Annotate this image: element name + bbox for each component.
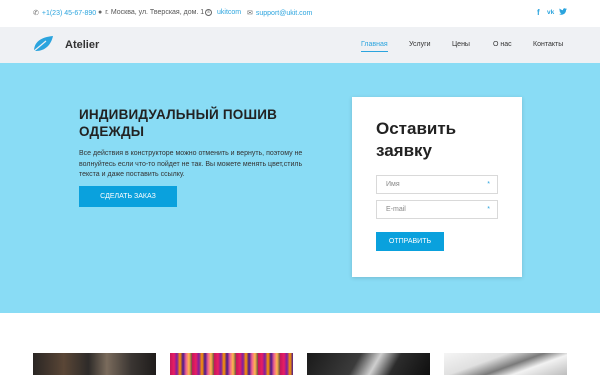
phone-link[interactable]: +1(23) 45-67-890: [42, 10, 96, 17]
skype-link[interactable]: ukitcom: [217, 9, 241, 16]
skype-contact[interactable]: s ukitcom: [205, 9, 241, 16]
submit-button[interactable]: ОТПРАВИТЬ: [376, 232, 444, 251]
gallery-image-2[interactable]: [170, 353, 293, 375]
nav-contacts[interactable]: Контакты: [533, 41, 563, 48]
gallery-image-4[interactable]: [444, 353, 567, 375]
form-title: Оставить заявку: [376, 119, 457, 160]
email-placeholder: E-mail: [386, 206, 406, 213]
nav-home[interactable]: Главная: [361, 41, 388, 52]
gallery-image-3[interactable]: [307, 353, 430, 375]
email-contact[interactable]: ✉ support@ukit.com: [247, 9, 313, 18]
required-mark: *: [487, 181, 490, 188]
location-pin-icon: ●: [98, 9, 103, 16]
twitter-icon[interactable]: [559, 8, 567, 17]
hero-description: Все действия в конструкторе можно отмени…: [79, 150, 303, 178]
vk-icon[interactable]: vk: [547, 9, 554, 16]
phone-icon: ✆: [33, 10, 39, 17]
site-header: Atelier Главная Услуги Цены О нас Контак…: [0, 27, 600, 63]
order-button[interactable]: СДЕЛАТЬ ЗАКАЗ: [79, 186, 177, 207]
address-text: г. Москва, ул. Тверская, дом. 1: [105, 9, 205, 16]
nav-prices[interactable]: Цены: [452, 41, 470, 48]
mail-icon: ✉: [247, 10, 253, 17]
gallery-image-1[interactable]: [33, 353, 156, 375]
hero-section: ИНДИВИДУАЛЬНЫЙ ПОШИВ ОДЕЖДЫ Все действия…: [0, 63, 600, 313]
required-mark: *: [487, 206, 490, 213]
name-placeholder: Имя: [386, 181, 400, 188]
phone-contact[interactable]: ✆ +1(23) 45-67-890: [33, 9, 96, 18]
email-field[interactable]: E-mail *: [376, 200, 498, 219]
brand-name[interactable]: Atelier: [65, 39, 99, 51]
facebook-icon[interactable]: f: [537, 8, 540, 17]
name-field[interactable]: Имя *: [376, 175, 498, 194]
top-info-bar: ✆ +1(23) 45-67-890 ● г. Москва, ул. Твер…: [0, 0, 600, 27]
nav-about[interactable]: О нас: [493, 41, 512, 48]
nav-services[interactable]: Услуги: [409, 41, 431, 48]
email-link[interactable]: support@ukit.com: [256, 10, 313, 17]
leaf-logo-icon[interactable]: [32, 35, 54, 53]
skype-icon: s: [205, 9, 212, 16]
request-form-card: Оставить заявку Имя * E-mail * ОТПРАВИТЬ: [352, 97, 522, 277]
hero-title: ИНДИВИДУАЛЬНЫЙ ПОШИВ ОДЕЖДЫ: [79, 107, 278, 139]
address-contact: ● г. Москва, ул. Тверская, дом. 1: [98, 9, 204, 16]
